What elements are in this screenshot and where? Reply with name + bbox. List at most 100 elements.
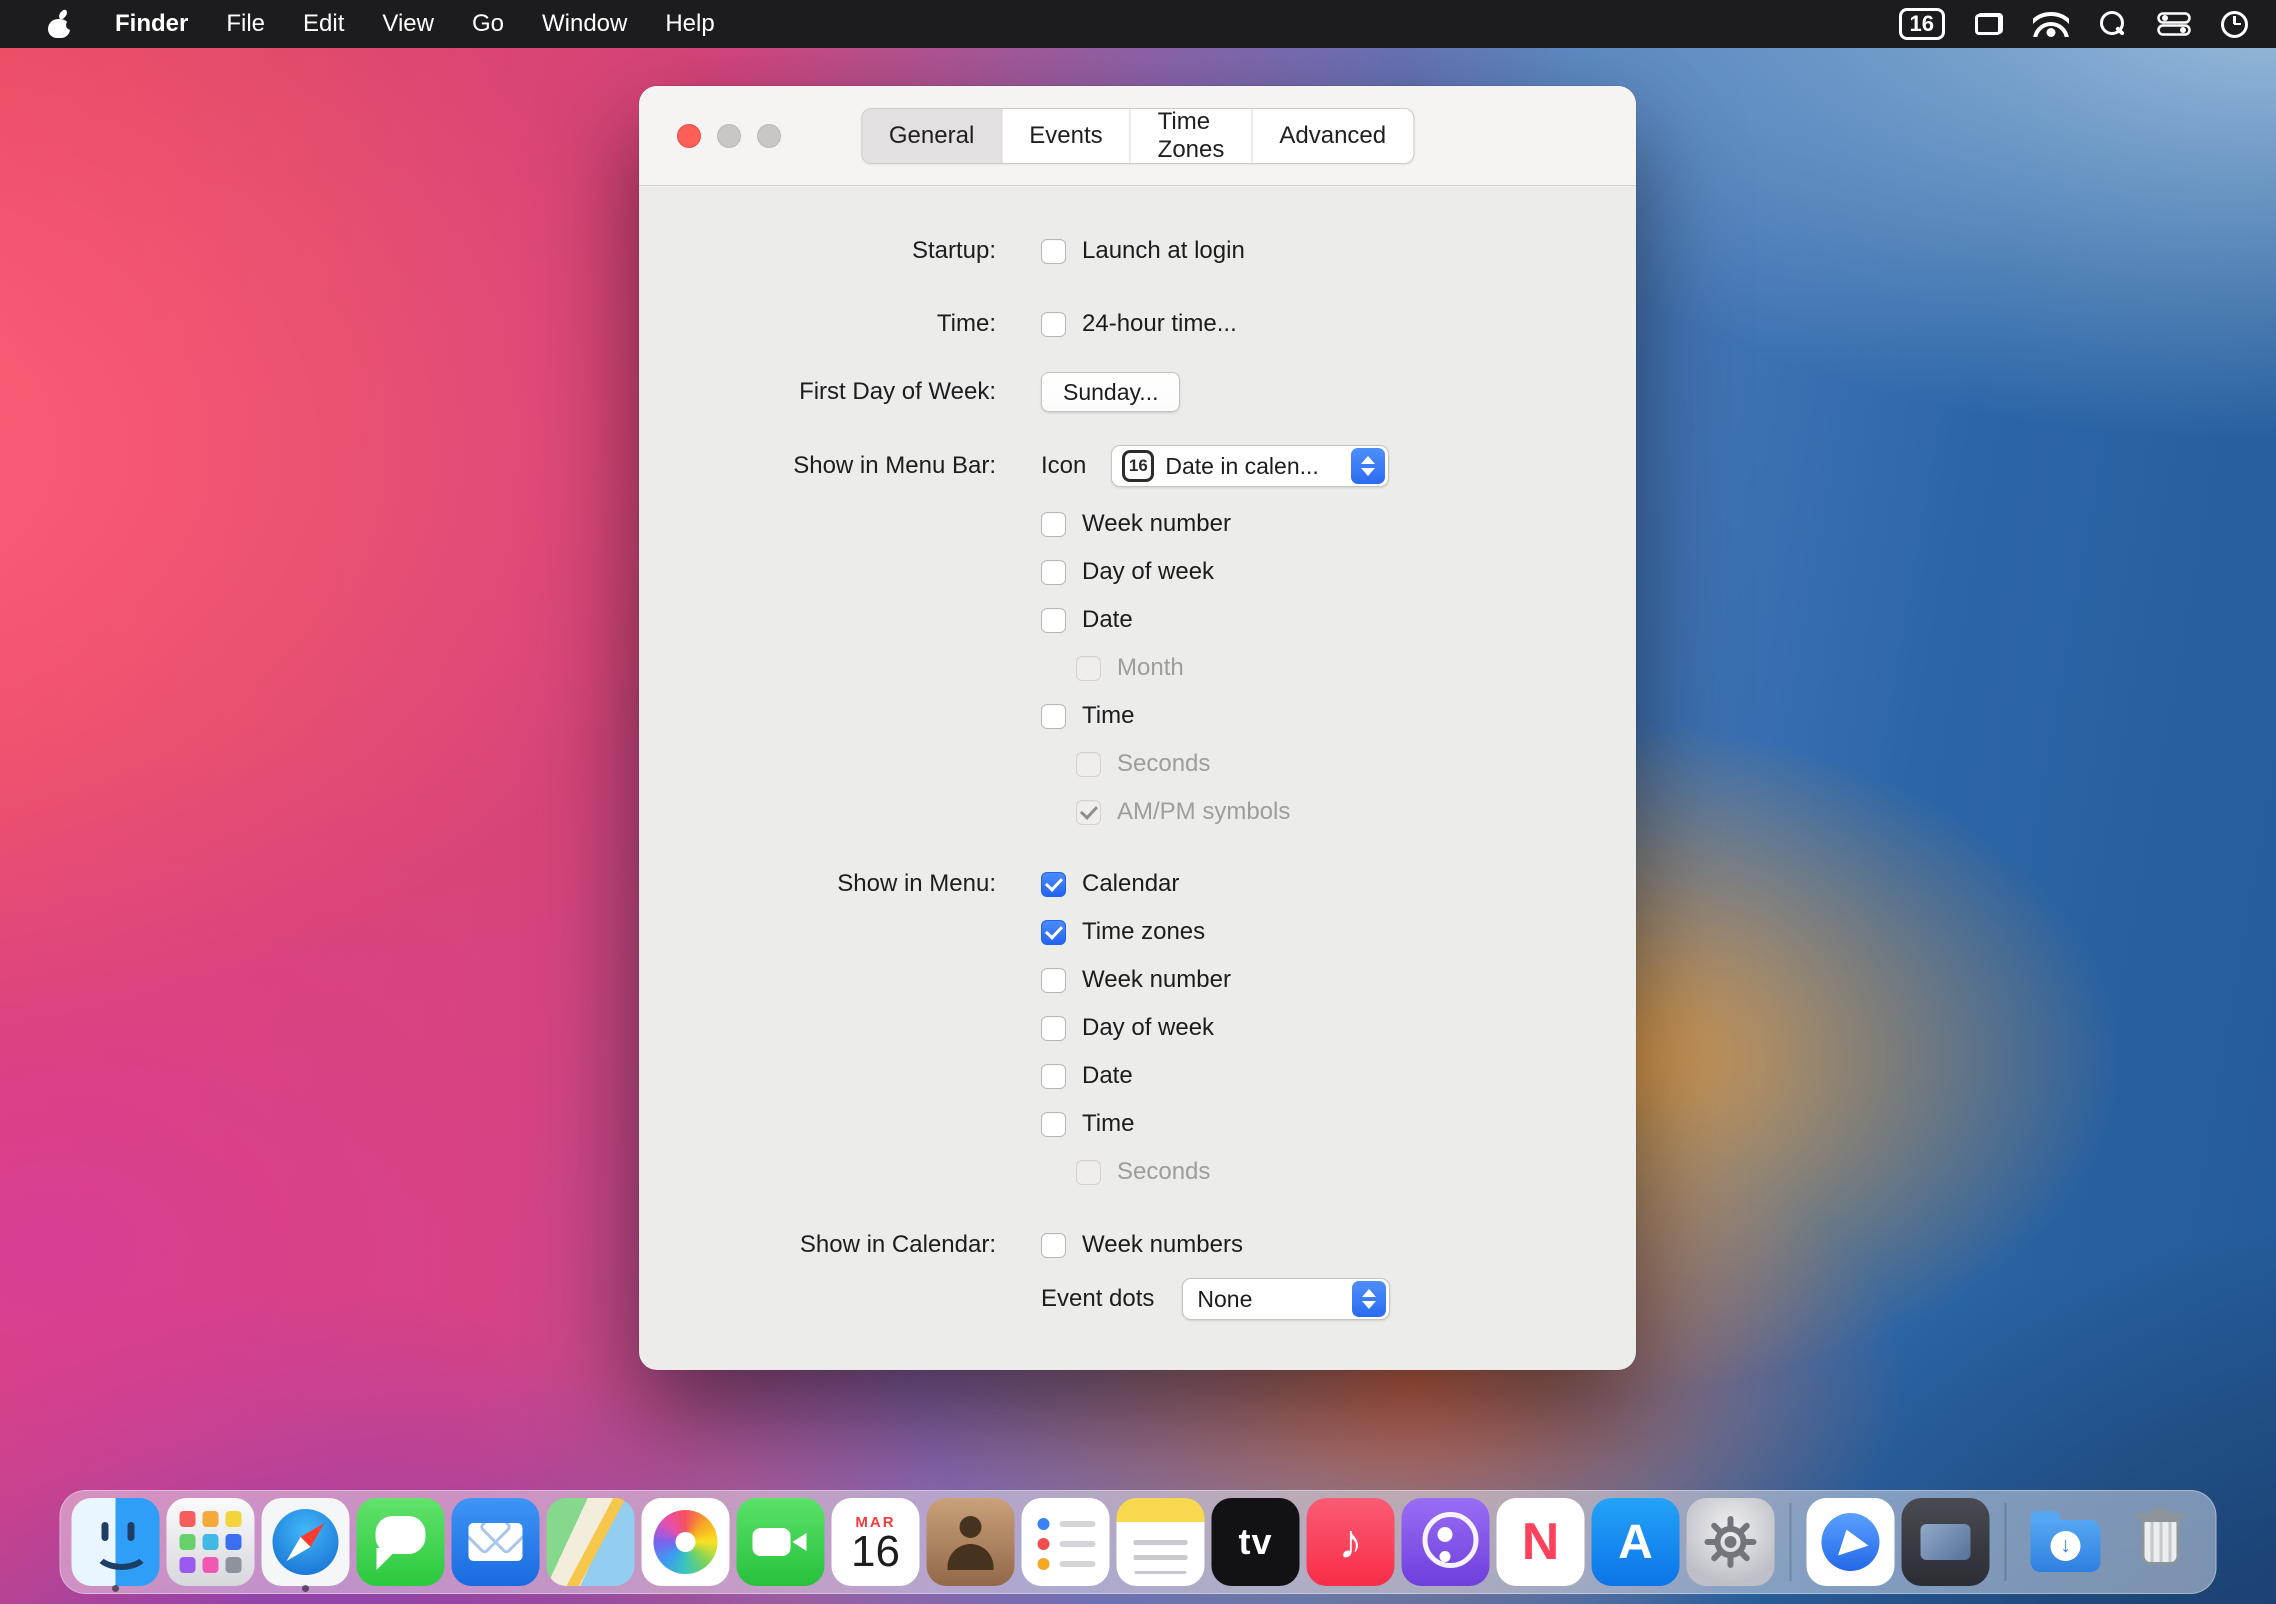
- downloads-folder-icon: ↓: [2022, 1498, 2110, 1586]
- clock-status-item[interactable]: [2221, 0, 2248, 48]
- dock-item-photos[interactable]: [641, 1490, 731, 1594]
- music-note-glyph: ♪: [1339, 1515, 1363, 1570]
- dock-item-podcasts[interactable]: [1401, 1490, 1491, 1594]
- option-row: Seconds: [639, 1148, 1636, 1196]
- event-dots-popup[interactable]: None: [1182, 1278, 1390, 1320]
- mini-calendar-icon: 16: [1122, 450, 1154, 482]
- first-day-button[interactable]: Sunday...: [1041, 372, 1180, 412]
- checkbox-label: Week number: [1082, 510, 1231, 538]
- option-row: Time: [639, 1100, 1636, 1148]
- dock-item-mail[interactable]: [451, 1490, 541, 1594]
- dock-item-notes[interactable]: [1116, 1490, 1206, 1594]
- dock-item-app-blue[interactable]: [1806, 1490, 1896, 1594]
- menu-edit[interactable]: Edit: [284, 0, 363, 48]
- close-button[interactable]: [677, 124, 701, 148]
- menu-day-of-week-checkbox[interactable]: Day of week: [1041, 1014, 1214, 1042]
- menu-time-checkbox[interactable]: Time: [1041, 1110, 1134, 1138]
- first-day-row: First Day of Week: Sunday...: [639, 368, 1636, 416]
- show-in-menu-row: Show in Menu: Calendar: [639, 860, 1636, 908]
- checkbox-label: Month: [1117, 654, 1184, 682]
- menubar-day-of-week-checkbox[interactable]: Day of week: [1041, 558, 1214, 586]
- week-numbers-checkbox[interactable]: Week numbers: [1041, 1231, 1243, 1259]
- dock-item-safari[interactable]: [261, 1490, 351, 1594]
- checkbox-label: Calendar: [1082, 870, 1179, 898]
- menu-view[interactable]: View: [363, 0, 453, 48]
- control-center-status-item[interactable]: [2157, 0, 2191, 48]
- apple-menu[interactable]: [28, 0, 96, 48]
- spotlight-status-item[interactable]: [2099, 0, 2127, 48]
- tab-general[interactable]: General: [862, 109, 1001, 163]
- menubar-date-checkbox[interactable]: Date: [1041, 606, 1133, 634]
- menu-bar-left: Finder File Edit View Go Window Help: [28, 0, 734, 48]
- dock-item-contacts[interactable]: [926, 1490, 1016, 1594]
- dock-item-launchpad[interactable]: [166, 1490, 256, 1594]
- dock-separator: [1790, 1503, 1792, 1581]
- facetime-icon: [737, 1498, 825, 1586]
- dock-item-news[interactable]: N: [1496, 1490, 1586, 1594]
- dock-item-reminders[interactable]: [1021, 1490, 1111, 1594]
- menu-window[interactable]: Window: [523, 0, 646, 48]
- music-icon: ♪: [1307, 1498, 1395, 1586]
- dock-item-downloads[interactable]: ↓: [2021, 1490, 2111, 1594]
- checkbox-label: Date: [1082, 1062, 1133, 1090]
- dock-item-messages[interactable]: [356, 1490, 446, 1594]
- tab-events[interactable]: Events: [1001, 109, 1129, 163]
- dock-item-app-dark[interactable]: [1901, 1490, 1991, 1594]
- notes-icon: [1117, 1498, 1205, 1586]
- apple-logo-icon: [47, 10, 71, 38]
- blue-circle-app-icon: [1807, 1498, 1895, 1586]
- wifi-status-item[interactable]: [2033, 0, 2069, 48]
- trash-icon: [2117, 1498, 2205, 1586]
- dock-item-finder[interactable]: [71, 1490, 161, 1594]
- checkbox-box: [1041, 512, 1066, 537]
- checkbox-label: Day of week: [1082, 1014, 1214, 1042]
- reminders-icon: [1022, 1498, 1110, 1586]
- dock-item-calendar[interactable]: MAR 16: [831, 1490, 921, 1594]
- time-row: Time: 24-hour time...: [639, 300, 1636, 348]
- download-arrow-icon: ↓: [2051, 1531, 2081, 1561]
- menubar-time-checkbox[interactable]: Time: [1041, 702, 1134, 730]
- option-row: Seconds: [639, 740, 1636, 788]
- dock-item-system-preferences[interactable]: [1686, 1490, 1776, 1594]
- dock-item-maps[interactable]: [546, 1490, 636, 1594]
- menu-date-checkbox[interactable]: Date: [1041, 1062, 1133, 1090]
- contacts-icon: [927, 1498, 1015, 1586]
- dock-item-trash[interactable]: [2116, 1490, 2206, 1594]
- title-bar[interactable]: General Events Time Zones Advanced: [639, 86, 1636, 186]
- menu-go[interactable]: Go: [453, 0, 523, 48]
- menu-file[interactable]: File: [207, 0, 284, 48]
- menu-time-zones-checkbox[interactable]: Time zones: [1041, 918, 1205, 946]
- launch-at-login-checkbox[interactable]: Launch at login: [1041, 237, 1245, 265]
- window-stack-status-item[interactable]: [1975, 0, 2003, 48]
- calendar-status-item[interactable]: 16: [1899, 0, 1945, 48]
- tv-icon: tv: [1212, 1498, 1300, 1586]
- option-row: Day of week: [639, 548, 1636, 596]
- menu-week-number-checkbox[interactable]: Week number: [1041, 966, 1231, 994]
- tab-advanced[interactable]: Advanced: [1251, 109, 1413, 163]
- menubar-seconds-checkbox: Seconds: [1076, 750, 1210, 778]
- menu-help[interactable]: Help: [646, 0, 733, 48]
- dock-item-app-store[interactable]: A: [1591, 1490, 1681, 1594]
- event-dots-row: Event dots None: [639, 1275, 1636, 1323]
- menubar-week-number-checkbox[interactable]: Week number: [1041, 510, 1231, 538]
- dock-item-music[interactable]: ♪: [1306, 1490, 1396, 1594]
- 24-hour-time-checkbox[interactable]: 24-hour time...: [1041, 310, 1237, 338]
- dock-item-facetime[interactable]: [736, 1490, 826, 1594]
- show-in-menu-bar-label: Show in Menu Bar:: [639, 452, 996, 480]
- checkbox-box: [1041, 704, 1066, 729]
- menu-app-name[interactable]: Finder: [96, 0, 207, 48]
- option-row: Time zones: [639, 908, 1636, 956]
- show-in-menu-label: Show in Menu:: [639, 870, 996, 898]
- icon-style-popup[interactable]: 16 Date in calen...: [1111, 445, 1389, 487]
- checkbox-label: Week numbers: [1082, 1231, 1243, 1259]
- tv-glyph: tv: [1238, 1521, 1272, 1563]
- menu-calendar-checkbox[interactable]: Calendar: [1041, 870, 1179, 898]
- time-label: Time:: [639, 310, 996, 338]
- news-icon: N: [1497, 1498, 1585, 1586]
- tab-time-zones[interactable]: Time Zones: [1130, 109, 1252, 163]
- tab-bar: General Events Time Zones Advanced: [861, 108, 1414, 164]
- dock-item-tv[interactable]: tv: [1211, 1490, 1301, 1594]
- finder-icon: [72, 1498, 160, 1586]
- checkbox-box: [1076, 752, 1101, 777]
- checkbox-label: Date: [1082, 606, 1133, 634]
